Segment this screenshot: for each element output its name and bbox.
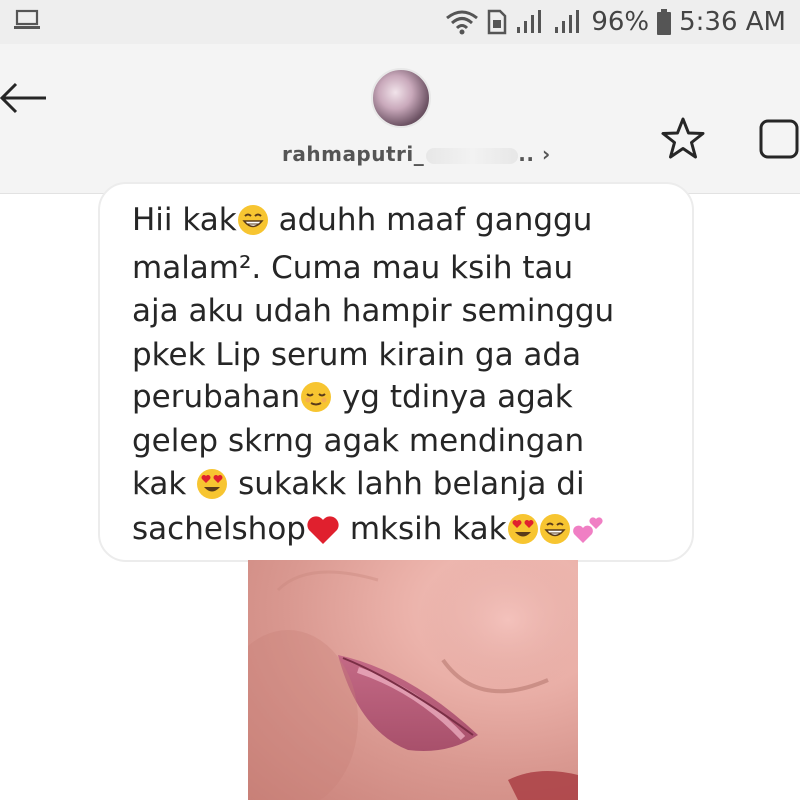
message-line: pkek Lip serum kirain ga ada [132, 337, 582, 373]
username: rahmaputri_ [282, 142, 425, 166]
back-arrow-icon [0, 82, 48, 118]
message-line: perubahan yg tdinya agak [132, 379, 573, 421]
chat-header: rahmaputri_.. › [0, 44, 800, 194]
star-icon [660, 117, 706, 166]
back-button[interactable] [0, 72, 56, 128]
signal-2-icon [553, 9, 583, 35]
chevron-right-icon: › [541, 142, 551, 166]
status-icons: 96% 5:36 AM [445, 0, 786, 44]
sim-icon [487, 9, 507, 35]
grin-emoji-icon [237, 204, 269, 244]
message-line: malam². Cuma mau ksih tau [132, 250, 574, 286]
info-button[interactable] [758, 118, 800, 160]
message-line: sachelshop mksih kak [132, 511, 605, 553]
grin-emoji-icon [539, 513, 571, 553]
two-hearts-icon [571, 515, 605, 553]
signal-1-icon [515, 9, 545, 35]
star-button[interactable] [660, 116, 706, 162]
message-line: aja aku udah hampir seminggu [132, 293, 615, 329]
status-bar: 96% 5:36 AM [0, 0, 800, 44]
message-line: kak sukakk lahh belanja di [132, 466, 585, 508]
square-icon [758, 119, 800, 164]
relieved-emoji-icon [300, 381, 332, 421]
laptop-icon [14, 9, 40, 35]
username-link[interactable]: rahmaputri_.. › [282, 142, 551, 166]
battery-icon [657, 9, 672, 35]
avatar[interactable] [371, 68, 431, 128]
shared-photo[interactable] [248, 560, 578, 800]
wifi-icon [445, 8, 479, 36]
clock: 5:36 AM [679, 7, 786, 37]
red-heart-icon [306, 515, 340, 553]
heart-eyes-emoji-icon [507, 513, 539, 553]
message-line: Hii kak aduhh maaf ganggu [132, 202, 592, 244]
message-line: gelep skrng agak mendingan [132, 423, 585, 459]
username-redaction [426, 147, 519, 164]
heart-eyes-emoji-icon [196, 468, 228, 508]
battery-percent: 96% [591, 7, 650, 37]
